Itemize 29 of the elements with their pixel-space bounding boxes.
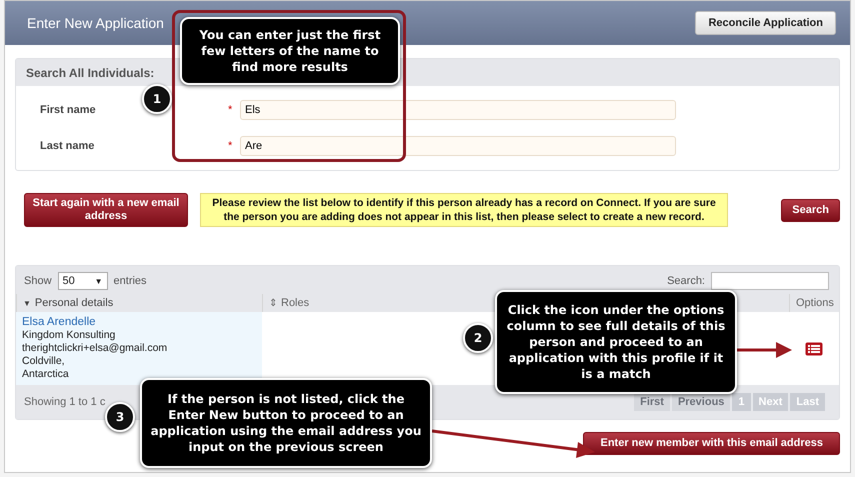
table-info: Showing 1 to 1 c bbox=[24, 396, 106, 408]
page-size-select[interactable]: 50 ▼ bbox=[58, 272, 108, 290]
name-input[interactable]: Are bbox=[240, 136, 676, 156]
name-input[interactable]: Els bbox=[240, 100, 676, 120]
detail-line: Antarctica bbox=[22, 368, 70, 381]
enter-new-member-button[interactable]: Enter new member with this email address bbox=[583, 432, 840, 455]
reconcile-button[interactable]: Reconcile Application bbox=[695, 11, 836, 35]
required-mark: * bbox=[228, 104, 234, 116]
required-mark: * bbox=[228, 140, 234, 152]
notice-message: Please review the list below to identify if this person already has a record on Connect. If you are sure the person you are adding does not appear in this list, then please select to create a new record. bbox=[200, 193, 728, 227]
field-label: First name bbox=[40, 104, 97, 116]
search-button[interactable]: Search bbox=[781, 198, 840, 222]
arrow bbox=[737, 342, 792, 358]
detail-line: therightclickri+elsa@gmail.com bbox=[22, 342, 168, 355]
table-search-field[interactable] bbox=[711, 272, 829, 290]
column-header[interactable]: Options bbox=[789, 294, 839, 312]
page-title: Enter New Application bbox=[27, 15, 164, 31]
show-label: Show bbox=[24, 275, 52, 287]
detail-line: Kingdom Konsulting bbox=[22, 329, 116, 342]
record-list-icon[interactable] bbox=[805, 342, 823, 356]
detail-line: Coldville, bbox=[22, 355, 66, 368]
search-label: Search: bbox=[667, 275, 705, 287]
entries-label: entries bbox=[114, 275, 147, 287]
callout-tooltip: You can enter just the first few letters of the name to find more results bbox=[180, 17, 400, 85]
field-label: Last name bbox=[40, 140, 96, 152]
callout-tooltip: Click the icon under the options column to see full details of this person and proceed to an application with this profile if it is a match bbox=[495, 290, 737, 394]
start-again-button[interactable]: Start again with a new email address bbox=[24, 193, 188, 227]
person-name-link[interactable]: Elsa Arendelle bbox=[22, 316, 256, 329]
callout-tooltip: If the person is not listed, click the Enter New button to proceed to an application using the email address you input on the previous screen bbox=[140, 378, 432, 468]
